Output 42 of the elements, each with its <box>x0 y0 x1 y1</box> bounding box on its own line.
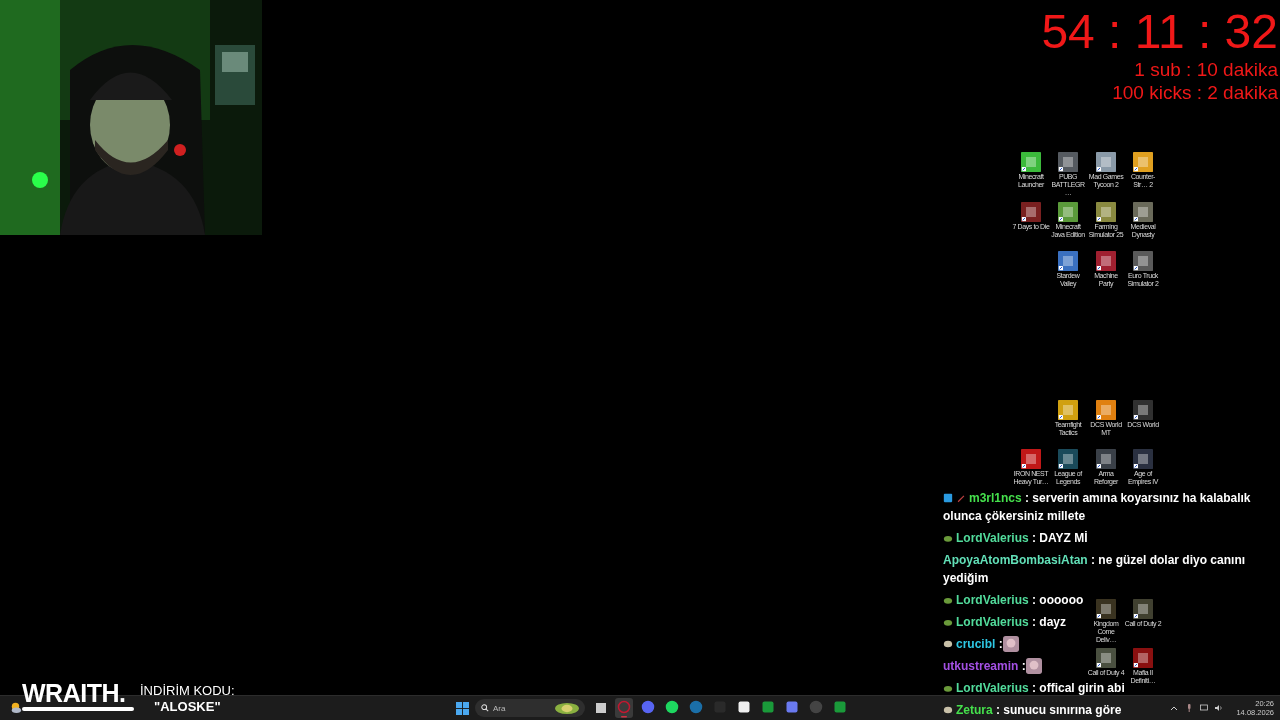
chat-message: m3rl1ncs : serverin amına koyarsınız ha kalabalık olunca çökersiniz millete <box>943 490 1252 525</box>
badge-icon <box>943 639 953 649</box>
search-icon <box>481 704 489 712</box>
countdown-timer: 54 : 11 : 32 <box>1041 6 1278 58</box>
timer-rule: 1 sub : 10 dakika <box>1134 58 1278 81</box>
brand-logo: WRAITH. <box>22 680 127 706</box>
badge-icon <box>943 533 953 543</box>
app-icon[interactable] <box>1096 599 1116 619</box>
chat-message: LordValerius : DAYZ Mİ <box>943 529 1088 547</box>
chat-message: Zetura : sunucu sınırına göre <box>943 701 1122 719</box>
chat-message: crucibl : <box>943 635 1019 653</box>
timer-rule: 100 kicks : 2 dakika <box>1112 81 1278 104</box>
badge-icon <box>943 617 953 627</box>
discount-code: "ALOSKE" <box>154 698 221 716</box>
app-icon[interactable] <box>1133 599 1153 619</box>
app-icon[interactable] <box>1058 152 1078 172</box>
app-icon[interactable] <box>1096 449 1116 469</box>
microphone-icon[interactable] <box>1185 704 1194 712</box>
chat-message: LordValerius : oooooo <box>943 591 1084 609</box>
start-icon[interactable] <box>456 701 469 715</box>
chat-message: LordValerius : offical girin abi <box>943 679 1125 697</box>
app-icon[interactable] <box>1133 648 1153 668</box>
search-highlight-icon <box>555 702 579 714</box>
badge-icon <box>943 705 953 715</box>
monitor-icon[interactable] <box>1200 704 1209 712</box>
app-icon[interactable] <box>1133 449 1153 469</box>
app-icon[interactable] <box>1096 648 1116 668</box>
app-icon[interactable] <box>1133 251 1153 271</box>
app-icon[interactable] <box>1133 400 1153 420</box>
discount-label: İNDİRİM KODU: <box>140 683 235 698</box>
app-icon[interactable] <box>1021 449 1041 469</box>
badge-icon <box>943 595 953 605</box>
chat-message: utkustreamin : <box>943 657 1042 675</box>
chat-message: ApoyaAtomBombasiAtan : ne güzel dolar diyo canını yediğim <box>943 552 1247 587</box>
chat-message: LordValerius : dayz <box>943 613 1067 631</box>
app-icon[interactable] <box>1096 251 1116 271</box>
caret-icon[interactable] <box>1170 704 1179 712</box>
speaker-icon[interactable] <box>1215 704 1224 712</box>
app-icon[interactable] <box>1021 202 1041 222</box>
app-icon[interactable] <box>1058 449 1078 469</box>
weather-icon[interactable] <box>9 701 22 714</box>
badge-icon <box>943 683 953 693</box>
